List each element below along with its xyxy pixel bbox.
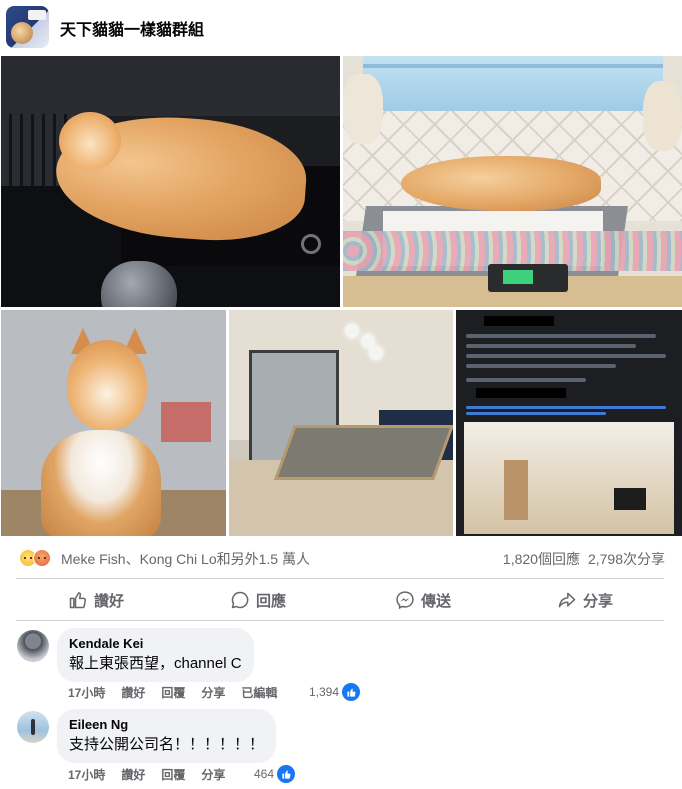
comment-like-count[interactable]: 1,394 <box>309 683 361 701</box>
send-button-label: 傳送 <box>421 592 452 610</box>
messenger-icon <box>396 591 414 610</box>
comment-like-link[interactable]: 讚好 <box>121 766 145 783</box>
photo-text-line <box>466 364 616 368</box>
photo-door <box>504 460 528 520</box>
photo-hashtags <box>466 412 606 415</box>
photo-plush-left <box>343 74 383 144</box>
comment-like-count-text: 1,394 <box>309 685 340 699</box>
photo-tv <box>614 488 646 510</box>
avatar[interactable] <box>17 711 49 743</box>
like-button-label: 讚好 <box>94 592 125 610</box>
comment-bubble: Eileen Ng 支持公開公司名！！！！！！ <box>57 709 277 763</box>
thumbs-up-icon <box>69 592 86 609</box>
photo-scale-screen <box>503 270 533 284</box>
group-avatar[interactable] <box>6 6 49 48</box>
post-photo-4[interactable] <box>229 310 453 536</box>
avatar-cat-graphic <box>11 22 33 44</box>
comment-meta: 17小時 讚好 回覆 分享 已編輯 <box>68 684 293 701</box>
comment-like-count-text: 464 <box>254 767 275 781</box>
photo-logo <box>301 234 321 254</box>
avatar-text-graphic <box>28 10 46 20</box>
comment-text: 報上東張西望，channel C <box>69 655 242 672</box>
share-button-label: 分享 <box>583 592 614 610</box>
comment-time[interactable]: 17小時 <box>68 684 105 701</box>
photo-text-line <box>466 334 656 338</box>
photo-room-preview <box>464 422 674 534</box>
photo-text-line <box>466 378 586 382</box>
photo-cat-body <box>41 430 161 536</box>
reaction-icons[interactable] <box>19 549 57 567</box>
post-photo-5[interactable] <box>456 310 682 536</box>
comment-reply-link[interactable]: 回覆 <box>161 766 185 783</box>
comment-author[interactable]: Eileen Ng <box>69 717 264 733</box>
comments-count-link[interactable]: 1,820個回應 <box>503 551 580 567</box>
comment-reply-link[interactable]: 回覆 <box>161 684 185 701</box>
photo-shelf <box>1 56 340 116</box>
reactions-summary: Meke Fish、Kong Chi Lo和另外1.5 萬人 1,820個回應 2… <box>0 546 682 570</box>
photo-cat-head <box>67 340 147 430</box>
shares-count-link[interactable]: 2,798次分享 <box>588 551 665 567</box>
post-photo-2[interactable] <box>343 56 682 307</box>
like-badge-icon <box>342 683 361 701</box>
comment-icon <box>231 591 249 609</box>
reaction-names[interactable]: Meke Fish、Kong Chi Lo和另外1.5 萬人 <box>61 549 310 569</box>
photo-plush-right <box>643 81 682 151</box>
photo-bg-object <box>161 402 211 442</box>
comment-share-link[interactable]: 分享 <box>201 684 225 701</box>
share-icon <box>558 592 576 608</box>
comment-time[interactable]: 17小時 <box>68 766 105 783</box>
photo-board <box>273 425 453 480</box>
comment-share-link[interactable]: 分享 <box>201 766 225 783</box>
photo-cat-lying <box>401 156 601 211</box>
photo-banner-strip <box>363 64 663 68</box>
post-actions: 讚好 回應 傳送 分享 <box>16 583 664 617</box>
photo-redaction <box>476 388 566 398</box>
send-button[interactable]: 傳送 <box>395 583 451 617</box>
comment-button-label: 回應 <box>256 592 287 610</box>
group-name-link[interactable]: 天下貓貓一樣貓群組 <box>60 16 204 40</box>
comment-like-link[interactable]: 讚好 <box>121 684 145 701</box>
avatar[interactable] <box>17 630 49 662</box>
comment-author[interactable]: Kendale Kei <box>69 636 242 652</box>
comment-edited-label[interactable]: 已編輯 <box>241 684 277 701</box>
post-counts: 1,820個回應 2,798次分享 <box>495 549 665 569</box>
photo-hashtags <box>466 406 666 409</box>
angry-reaction-icon <box>33 549 51 567</box>
post-photo-3[interactable] <box>1 310 226 536</box>
comment-bubble: Kendale Kei 報上東張西望，channel C <box>57 628 254 682</box>
post-photo-1[interactable] <box>1 56 340 307</box>
comment-like-count[interactable]: 464 <box>254 765 296 783</box>
divider <box>16 620 664 621</box>
photo-text-line <box>466 354 666 358</box>
photo-lamp <box>345 324 359 338</box>
comment-meta: 17小時 讚好 回覆 分享 <box>68 766 241 783</box>
photo-lamp <box>369 346 383 360</box>
like-button[interactable]: 讚好 <box>68 583 124 617</box>
comment-item: Kendale Kei 報上東張西望，channel C 17小時 讚好 回覆 … <box>0 628 682 706</box>
comment-button[interactable]: 回應 <box>230 583 286 617</box>
photo-text-line <box>466 344 636 348</box>
comment-item: Eileen Ng 支持公開公司名！！！！！！ 17小時 讚好 回覆 分享 46… <box>0 709 682 787</box>
share-button[interactable]: 分享 <box>557 583 613 617</box>
divider <box>16 578 664 579</box>
photo-cat-head <box>59 112 121 170</box>
photo-redaction <box>484 316 554 326</box>
comment-text: 支持公開公司名！！！！！！ <box>69 736 265 753</box>
like-badge-icon <box>277 765 296 783</box>
group-header: 天下貓貓一樣貓群組 <box>0 0 682 54</box>
